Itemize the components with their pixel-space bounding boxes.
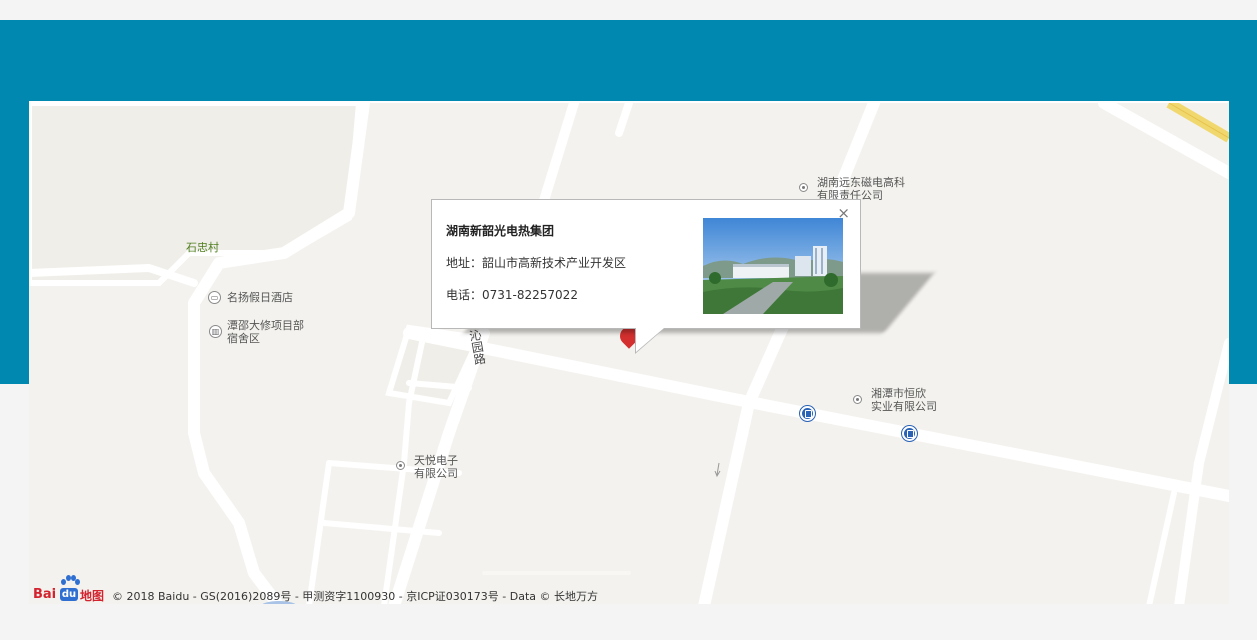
info-window-address: 地址：韶山市高新技术产业开发区 <box>446 256 627 270</box>
hengxin-label-line2: 实业有限公司 <box>871 400 937 413</box>
map-container[interactable]: 石忠村 ▭ 名扬假日酒店 ▥ 潭邵大修项目部 宿舍区 湖南远东磁电高科 有限责任… <box>29 101 1229 606</box>
baidu-logo[interactable]: Bai du 地图 <box>33 575 107 603</box>
info-window-title: 湖南新韶光电热集团 <box>446 224 555 238</box>
tianyue-label-line1: 天悦电子 <box>414 454 458 467</box>
logo-text-ditu: 地图 <box>80 589 105 603</box>
village-label: 石忠村 <box>186 241 219 254</box>
dorm-label-line2: 宿舍区 <box>227 332 260 345</box>
baidu-paw-icon <box>61 575 80 589</box>
dorm-label-line1: 潭邵大修项目部 <box>227 319 304 332</box>
logo-text-bai: Bai <box>33 587 57 602</box>
top-strip <box>0 0 1257 20</box>
info-window: 湖南新韶光电热集团 地址：韶山市高新技术产业开发区 电话：0731-822570… <box>431 199 861 329</box>
bus-stop-icon[interactable] <box>800 406 815 421</box>
logo-text-du: du <box>60 588 78 601</box>
company-photo <box>703 218 843 314</box>
copyright-text: © 2018 Baidu - GS(2016)2089号 - 甲测资字11009… <box>112 590 599 603</box>
poi-dot-icon <box>799 183 808 192</box>
yuandong-label-line1: 湖南远东磁电高科 <box>817 176 905 189</box>
bus-stop-icon[interactable] <box>902 426 917 441</box>
poi-dot-icon <box>396 461 405 470</box>
bottom-strip <box>0 604 1257 640</box>
tianyue-label-line2: 有限公司 <box>414 467 458 480</box>
poi-dot-icon <box>853 395 862 404</box>
building-icon: ▥ <box>209 325 222 338</box>
info-window-phone: 电话：0731-82257022 <box>446 288 578 302</box>
hotel-label: 名扬假日酒店 <box>227 291 293 304</box>
popup-tail <box>636 328 664 352</box>
bed-icon: ▭ <box>208 291 221 304</box>
road-network <box>29 103 1229 606</box>
hengxin-label-line1: 湘潭市恒欣 <box>871 387 926 400</box>
